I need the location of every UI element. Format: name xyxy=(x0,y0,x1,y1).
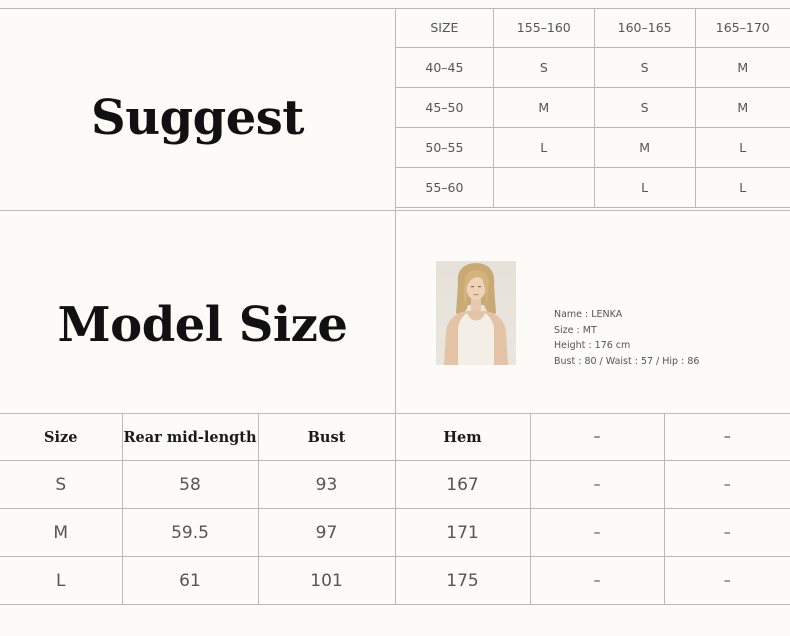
size-chart-cell: 171 xyxy=(394,508,531,557)
suggest-cell: M xyxy=(492,87,595,128)
suggest-cell: L xyxy=(593,167,696,208)
suggest-cell: 45–50 xyxy=(395,87,494,128)
suggest-header-cell: 155–160 xyxy=(492,8,595,48)
size-chart-header-cell: – xyxy=(663,413,790,461)
size-chart-header-cell: Bust xyxy=(257,413,396,461)
model-info: Name : LENKA Size : MT Height : 176 cm B… xyxy=(554,307,699,369)
size-chart-cell: 97 xyxy=(257,508,396,557)
suggest-cell: 40–45 xyxy=(395,47,494,88)
suggest-cell: M xyxy=(694,47,790,88)
size-chart-cell: – xyxy=(529,460,665,509)
suggest-row: 55–60 L L xyxy=(395,167,790,208)
size-chart-cell: – xyxy=(663,460,790,509)
model-measurements: Bust : 80 / Waist : 57 / Hip : 86 xyxy=(554,355,700,367)
suggest-cell: L xyxy=(694,167,790,208)
suggest-header-row: SIZE 155–160 160–165 165–170 xyxy=(395,8,790,48)
model-name: Name : LENKA xyxy=(554,309,623,320)
size-chart-cell: M xyxy=(0,508,123,557)
size-chart-cell: S xyxy=(0,460,123,509)
suggest-cell: L xyxy=(492,127,595,168)
suggest-row: 45–50 M S M xyxy=(395,87,790,128)
model-height: Height : 176 cm xyxy=(554,340,631,351)
size-chart-header-row: Size Rear mid-length Bust Hem – – xyxy=(0,413,790,461)
suggest-cell xyxy=(492,167,595,208)
size-chart-cell: 101 xyxy=(257,556,396,605)
suggest-cell: 50–55 xyxy=(395,127,494,168)
model-size: Size : MT xyxy=(554,324,597,336)
size-chart-cell: 61 xyxy=(121,556,259,605)
suggest-cell: S xyxy=(492,47,595,88)
suggest-header-cell: 165–170 xyxy=(694,8,790,48)
size-chart-header-cell: Rear mid-length xyxy=(121,413,259,461)
suggest-title: Suggest xyxy=(91,90,304,146)
size-guide-page: Suggest SIZE 155–160 160–165 165–170 40–… xyxy=(0,0,790,636)
suggest-cell: 55–60 xyxy=(395,167,494,208)
size-chart-header-cell: Hem xyxy=(394,413,531,461)
size-chart-cell: – xyxy=(529,508,665,557)
size-chart-header-cell: – xyxy=(529,413,665,461)
suggest-header-cell: 160–165 xyxy=(593,8,696,48)
size-chart-table: Size Rear mid-length Bust Hem – – S 58 9… xyxy=(0,413,790,605)
size-chart-cell: 175 xyxy=(394,556,531,605)
size-chart-cell: L xyxy=(0,556,123,605)
size-chart-cell: 59.5 xyxy=(121,508,259,557)
size-chart-cell: – xyxy=(663,508,790,557)
suggest-cell: S xyxy=(593,87,696,128)
suggest-cell: L xyxy=(694,127,790,168)
suggest-table: SIZE 155–160 160–165 165–170 40–45 S S M… xyxy=(395,8,790,208)
suggest-cell: M xyxy=(593,127,696,168)
suggest-row: 50–55 L M L xyxy=(395,127,790,168)
suggest-header-cell: SIZE xyxy=(395,8,494,48)
model-photo xyxy=(436,261,516,365)
size-chart-cell: – xyxy=(529,556,665,605)
model-size-title: Model Size xyxy=(57,297,348,353)
size-chart-row: L 61 101 175 – – xyxy=(0,556,790,605)
suggest-cell: M xyxy=(694,87,790,128)
size-chart-header-cell: Size xyxy=(0,413,123,461)
size-chart-cell: 58 xyxy=(121,460,259,509)
size-chart-row: M 59.5 97 171 – – xyxy=(0,508,790,557)
suggest-row: 40–45 S S M xyxy=(395,47,790,88)
model-photo-illustration xyxy=(444,263,508,365)
size-chart-cell: – xyxy=(663,556,790,605)
size-chart-cell: 167 xyxy=(394,460,531,509)
size-chart-row: S 58 93 167 – – xyxy=(0,460,790,509)
size-chart-cell: 93 xyxy=(257,460,396,509)
suggest-cell: S xyxy=(593,47,696,88)
